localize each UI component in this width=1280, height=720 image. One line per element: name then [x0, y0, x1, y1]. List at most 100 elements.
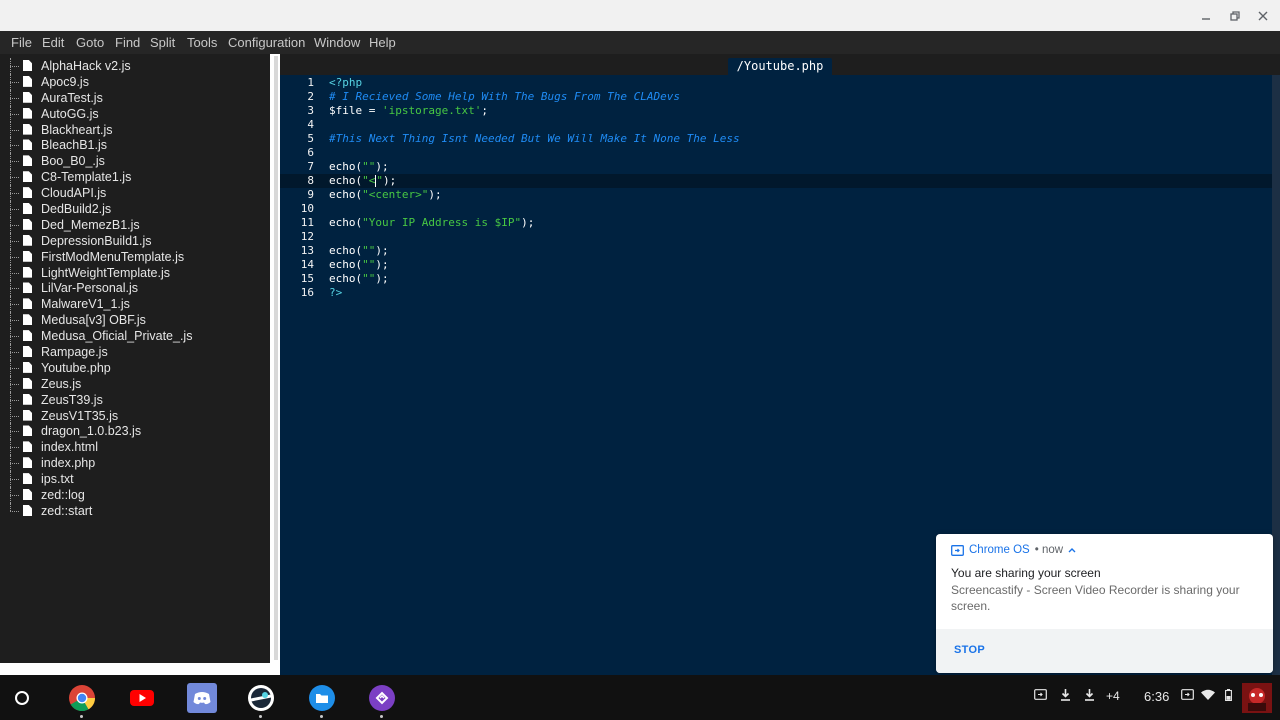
file-tree-item[interactable]: Boo_B0_.js	[0, 153, 270, 170]
discord-app[interactable]	[187, 683, 217, 713]
more-notifications-badge[interactable]: +4	[1106, 689, 1120, 703]
avatar[interactable]	[1242, 683, 1272, 713]
code-line[interactable]: 10	[280, 202, 1272, 216]
screen-share-tray-icon[interactable]	[1034, 689, 1047, 700]
code-line[interactable]: 3 $file = 'ipstorage.txt';	[280, 104, 1272, 118]
file-tree-item[interactable]: zed::start	[0, 502, 270, 519]
minimize-icon	[1202, 18, 1210, 20]
file-tree-item[interactable]: Zeus.js	[0, 375, 270, 392]
chrome-app[interactable]	[68, 684, 96, 718]
code-line[interactable]: 1 <?php	[280, 76, 1272, 90]
tree-connector	[10, 161, 19, 163]
file-tree-item[interactable]: index.php	[0, 455, 270, 472]
file-tree-item[interactable]: DepressionBuild1.js	[0, 232, 270, 249]
tree-connector	[10, 256, 19, 258]
code-line[interactable]: 8 echo("<");	[280, 174, 1272, 188]
code-token: "	[376, 174, 383, 187]
code-line[interactable]: 13 echo("");	[280, 244, 1272, 258]
code-line[interactable]: 5 #This Next Thing Isnt Needed But We Wil…	[280, 132, 1272, 146]
sidebar-scrollbar[interactable]	[274, 56, 278, 660]
menu-file[interactable]: File	[11, 35, 32, 50]
file-tree-item[interactable]: FirstModMenuTemplate.js	[0, 248, 270, 265]
editor-scrollbar[interactable]	[1272, 75, 1280, 675]
chevron-up-icon[interactable]	[1068, 547, 1076, 553]
download-icon[interactable]	[1060, 689, 1071, 701]
file-tree-item[interactable]: MalwareV1_1.js	[0, 296, 270, 313]
menu-split[interactable]: Split	[150, 35, 175, 50]
file-tree-item[interactable]: zed::log	[0, 487, 270, 503]
code-line[interactable]: 4	[280, 118, 1272, 132]
steam-app[interactable]	[247, 684, 275, 718]
file-icon	[23, 473, 32, 485]
file-tree-item[interactable]: BleachB1.js	[0, 137, 270, 154]
file-name: Blackheart.js	[41, 122, 113, 137]
file-tree: AlphaHack v2.js Apoc9.js AuraTest.js AutoGG…	[0, 58, 270, 519]
file-tree-item[interactable]: Apoc9.js	[0, 73, 270, 90]
code-token: echo(	[329, 160, 363, 173]
battery-icon[interactable]	[1225, 689, 1232, 701]
menu-goto[interactable]: Goto	[76, 35, 104, 50]
cast-icon[interactable]	[1181, 689, 1194, 700]
download-icon[interactable]	[1084, 689, 1095, 701]
file-tree-item[interactable]: AutoGG.js	[0, 105, 270, 122]
file-icon	[23, 155, 32, 167]
files-app[interactable]	[308, 684, 336, 718]
wifi-icon[interactable]	[1201, 689, 1215, 700]
file-tree-item[interactable]: Youtube.php	[0, 359, 270, 376]
code-token: );	[428, 188, 442, 201]
file-tree-item[interactable]: DedBuild2.js	[0, 201, 270, 217]
file-tree-item[interactable]: ZeusV1T35.js	[0, 407, 270, 424]
zed-app[interactable]	[368, 684, 396, 718]
code-line[interactable]: 7 echo("");	[280, 160, 1272, 174]
file-tree-item[interactable]: Rampage.js	[0, 344, 270, 360]
file-tree-item[interactable]: ZeusT39.js	[0, 391, 270, 408]
code-line[interactable]: 6	[280, 146, 1272, 160]
close-button[interactable]	[1253, 6, 1273, 26]
file-tree-item[interactable]: AlphaHack v2.js	[0, 58, 270, 74]
code-line[interactable]: 16 ?>	[280, 286, 1272, 300]
file-tree-item[interactable]: C8-Template1.js	[0, 169, 270, 186]
line-number: 10	[300, 202, 314, 215]
tree-connector	[10, 447, 19, 449]
tree-connector	[10, 352, 19, 354]
line-number: 5	[307, 132, 314, 145]
stop-sharing-button[interactable]: STOP	[954, 644, 985, 656]
file-tree-item[interactable]: CloudAPI.js	[0, 185, 270, 202]
file-tree-item[interactable]: index.html	[0, 439, 270, 456]
file-tree-item[interactable]: Blackheart.js	[0, 121, 270, 138]
menu-tools[interactable]: Tools	[187, 35, 217, 50]
status-area[interactable]: +4 6:36	[1030, 675, 1280, 720]
file-tree-item[interactable]: Medusa[v3] OBF.js	[0, 312, 270, 329]
restore-button[interactable]	[1225, 6, 1245, 26]
tab-youtube-php[interactable]: /Youtube.php	[728, 58, 832, 75]
menu-configuration[interactable]: Configuration	[228, 35, 305, 50]
code-line[interactable]: 9 echo("<center>");	[280, 188, 1272, 202]
chrome-icon	[69, 685, 96, 712]
code-line[interactable]: 12	[280, 230, 1272, 244]
menu-edit[interactable]: Edit	[42, 35, 64, 50]
file-tree-item[interactable]: LilVar-Personal.js	[0, 280, 270, 297]
minimize-button[interactable]	[1196, 6, 1216, 26]
menu-help[interactable]: Help	[369, 35, 396, 50]
clock[interactable]: 6:36	[1144, 689, 1169, 704]
file-tree-item[interactable]: Ded_MemezB1.js	[0, 216, 270, 233]
code-token: 'ipstorage.txt'	[381, 104, 482, 117]
file-tree-item[interactable]: Medusa_Oficial_Private_.js	[0, 328, 270, 345]
code-line[interactable]: 14 echo("");	[280, 258, 1272, 272]
youtube-app[interactable]	[128, 684, 156, 712]
menu-find[interactable]: Find	[115, 35, 140, 50]
file-tree-item[interactable]: ips.txt	[0, 471, 270, 488]
file-tree-item[interactable]: dragon_1.0.b23.js	[0, 423, 270, 440]
code-line[interactable]: 15 echo("");	[280, 272, 1272, 286]
launcher-button[interactable]	[8, 684, 36, 712]
code-line[interactable]: 11 echo("Your IP Address is $IP");	[280, 216, 1272, 230]
file-tree-item[interactable]: LightWeightTemplate.js	[0, 264, 270, 281]
code-area[interactable]: 1 <?php 2 # I Recieved Some Help With The B…	[280, 76, 1272, 300]
code-text: echo("");	[329, 258, 389, 272]
code-text: echo("");	[329, 244, 389, 258]
code-line[interactable]: 2 # I Recieved Some Help With The Bugs Fr…	[280, 90, 1272, 104]
menu-window[interactable]: Window	[314, 35, 360, 50]
line-number: 7	[307, 160, 314, 173]
code-token: );	[521, 216, 535, 229]
file-tree-item[interactable]: AuraTest.js	[0, 89, 270, 106]
